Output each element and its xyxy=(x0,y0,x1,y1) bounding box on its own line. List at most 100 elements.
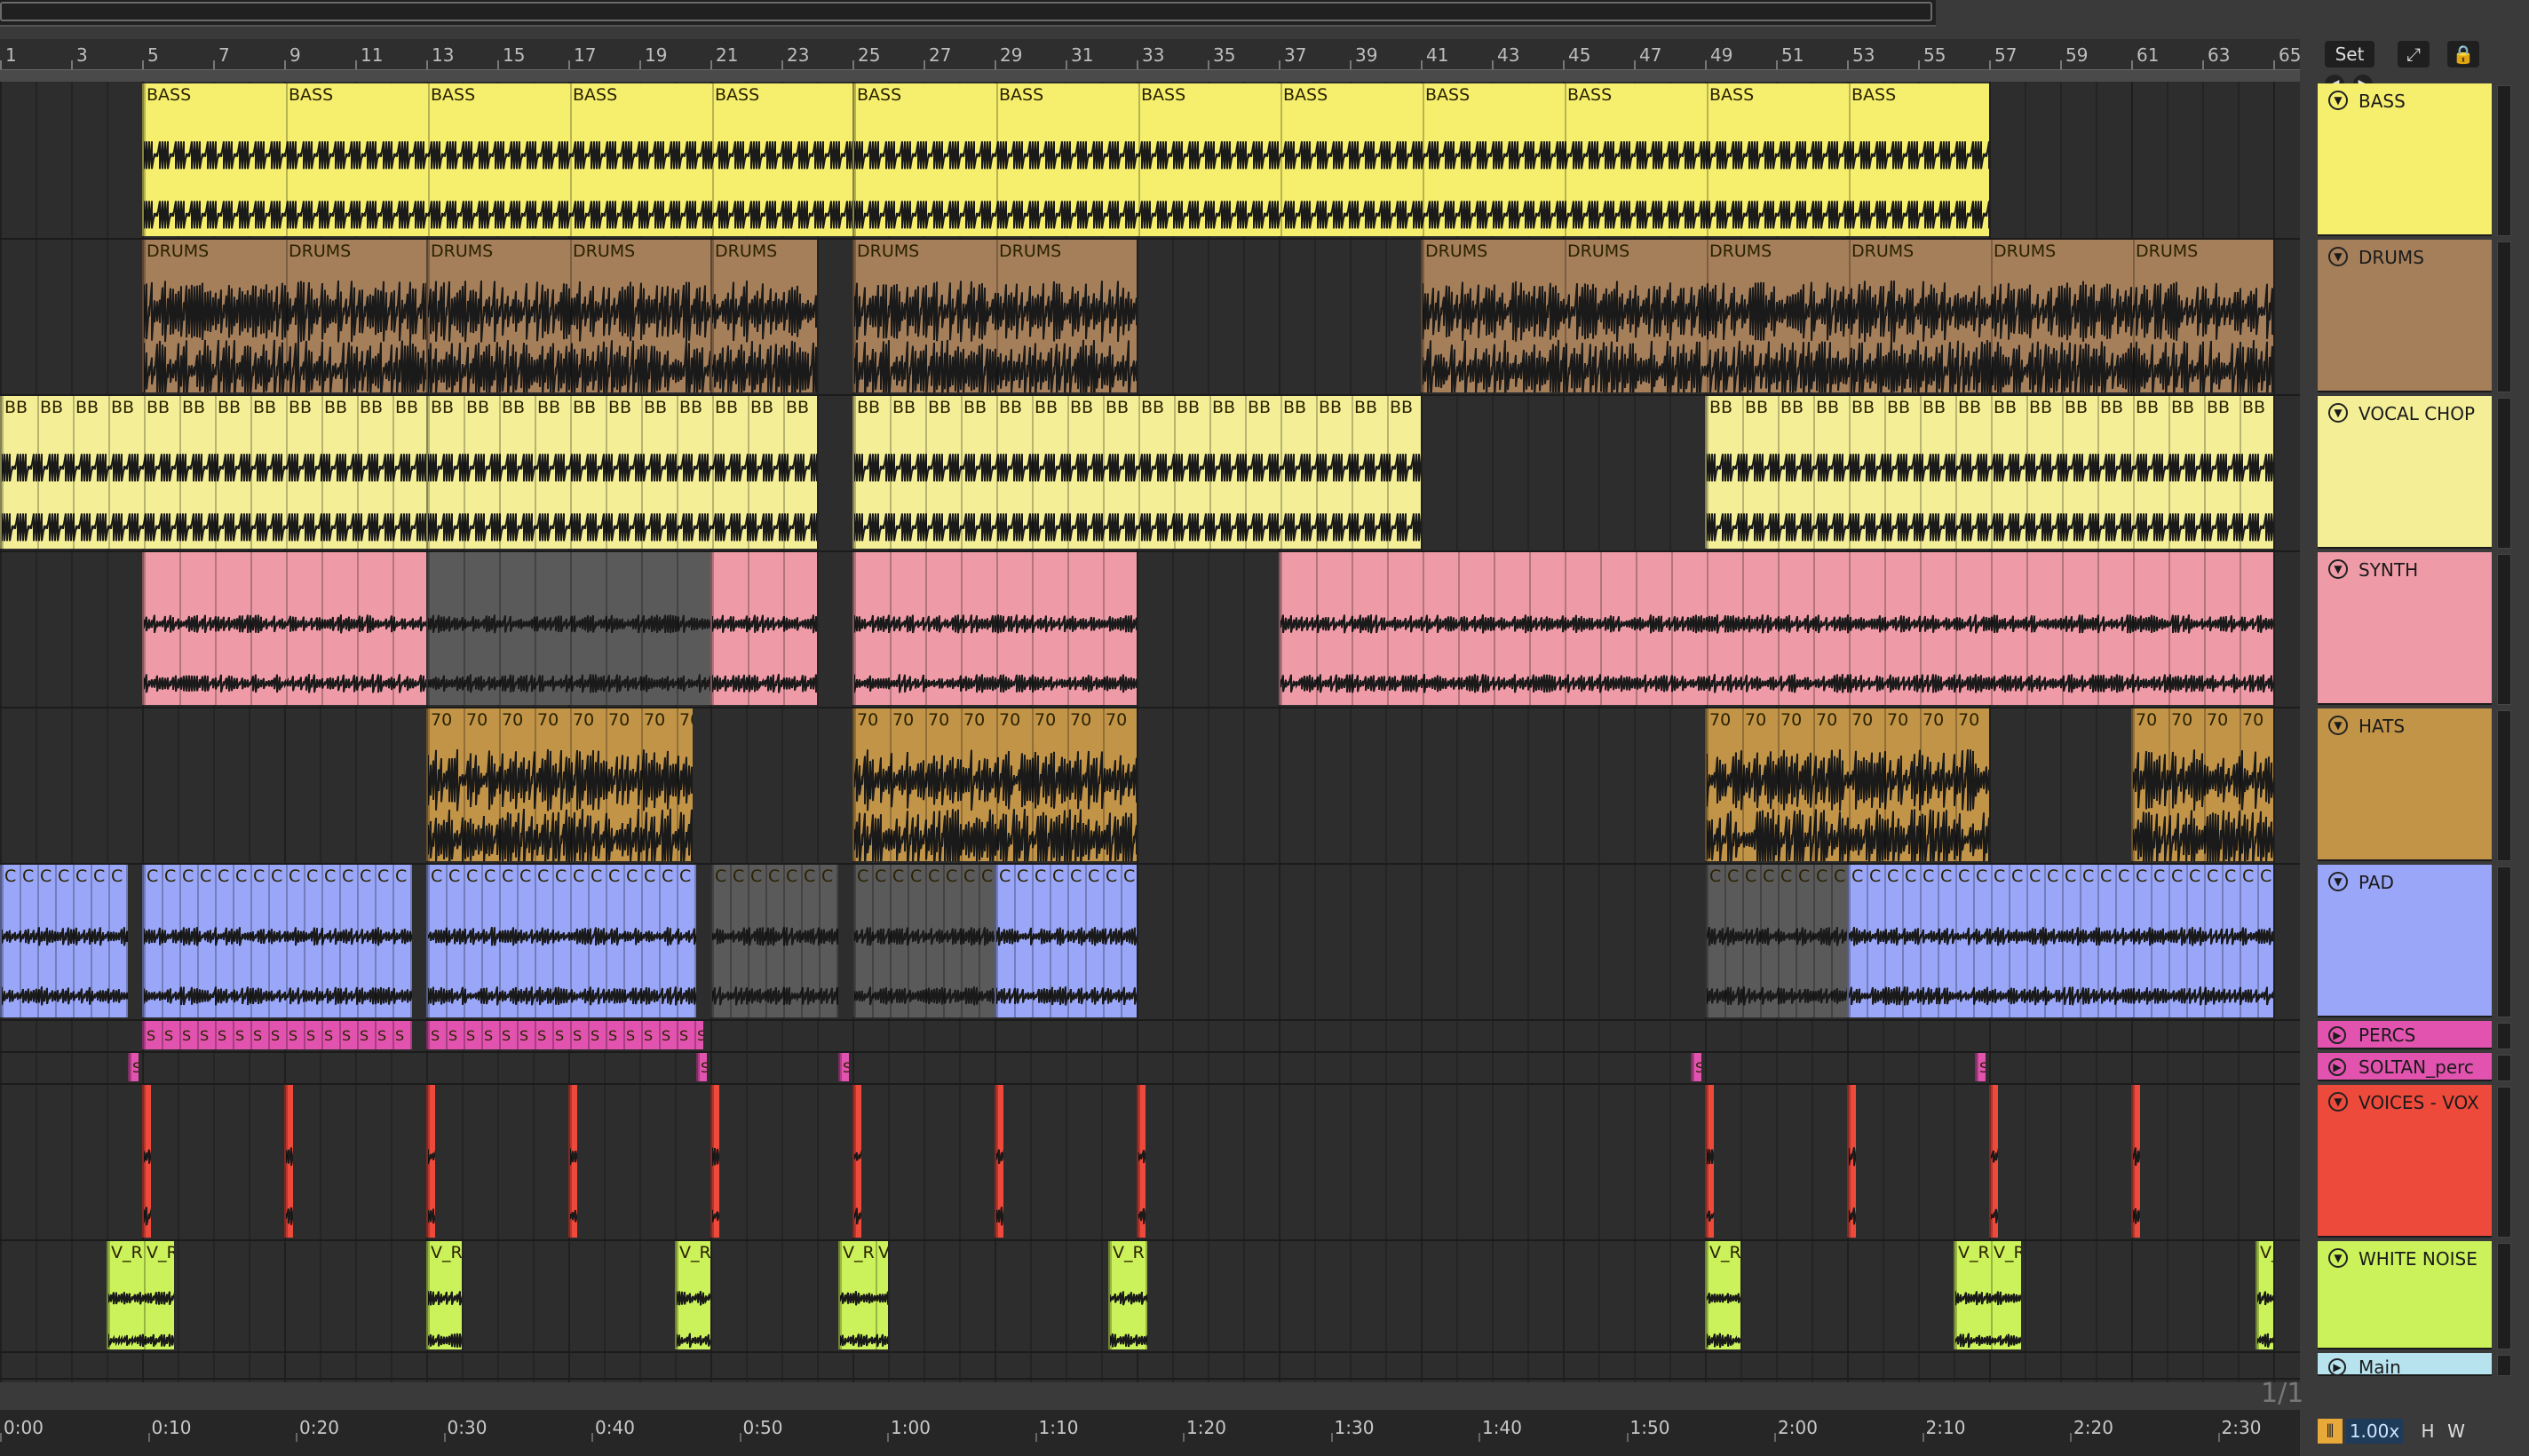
fold-icon[interactable]: ▼ xyxy=(2328,1248,2348,1268)
track-lane[interactable] xyxy=(0,1351,2300,1380)
track-lane[interactable] xyxy=(0,1083,2300,1241)
audio-clip[interactable] xyxy=(142,1085,151,1238)
audio-clip[interactable] xyxy=(710,1085,719,1238)
fold-icon[interactable]: ▶ xyxy=(2328,1358,2346,1376)
audio-clip[interactable]: CCCCCCCC xyxy=(710,865,838,1017)
audio-clip[interactable]: BB BB BB BB BB BB BB BB BB BB BB BB BB BB BB BB xyxy=(852,396,1421,549)
audio-clip[interactable]: 70 70 70 70 70 70 70 70 xyxy=(852,708,1137,861)
h-button[interactable]: H xyxy=(2415,1419,2440,1444)
fold-icon[interactable]: ▼ xyxy=(2328,872,2348,891)
audio-clip[interactable] xyxy=(1705,1085,1714,1238)
audio-clip[interactable]: CCCCCCCC xyxy=(852,865,995,1017)
track-header[interactable]: ▼ BASS xyxy=(2318,83,2492,236)
audio-clip[interactable]: CCCCCCCC xyxy=(0,865,128,1017)
track-lane[interactable]: BB BB BB BB BB BB BB BB BB BB BB BB BB BB BB BB BB BB BB BB… xyxy=(0,394,2300,552)
audio-clip[interactable]: CCCCCCCC xyxy=(995,865,1137,1017)
set-button[interactable]: Set xyxy=(2325,41,2374,67)
audio-clip[interactable]: S xyxy=(128,1053,139,1081)
audio-clip[interactable]: DRUMS DRUMS xyxy=(852,240,1137,392)
track-header[interactable]: ▶ SOLTAN_perc xyxy=(2318,1053,2492,1081)
audio-clip[interactable] xyxy=(568,1085,577,1238)
audio-clip[interactable] xyxy=(426,1085,435,1238)
audio-clip[interactable]: S xyxy=(696,1053,707,1081)
track-header[interactable]: ▼ VOICES - VOX xyxy=(2318,1085,2492,1238)
audio-clip[interactable] xyxy=(852,552,1137,705)
track-lane[interactable]: V_RV_RV_RV_RV_RV_RV_RV_RV_RV_RV_RV_R xyxy=(0,1239,2300,1353)
audio-clip[interactable]: BASS BASS BASS BASS BASS xyxy=(142,83,852,236)
audio-clip[interactable]: V_R xyxy=(426,1241,462,1349)
audio-clip[interactable] xyxy=(995,1085,1003,1238)
audio-clip[interactable] xyxy=(2131,1085,2140,1238)
track-lane[interactable]: SSSSS xyxy=(0,1051,2300,1085)
zoom-value[interactable]: 1.00x xyxy=(2346,1419,2403,1444)
audio-clip[interactable]: S xyxy=(1975,1053,1986,1081)
track-header[interactable]: ▼ PAD xyxy=(2318,865,2492,1017)
fold-icon[interactable]: ▼ xyxy=(2328,247,2348,266)
audio-clip[interactable]: BB BB BB BB BB BB BB BB BB BB BB BB xyxy=(0,396,426,549)
fold-icon[interactable]: ▼ xyxy=(2328,559,2348,579)
time-ruler[interactable]: 0:00 0:10 0:20 0:30 0:40 0:50 1:00 1:10 1:20 1:30… xyxy=(0,1410,2300,1456)
track-header[interactable]: ▼ VOCAL CHOP xyxy=(2318,396,2492,549)
audio-clip[interactable] xyxy=(1989,1085,1998,1238)
audio-clip[interactable] xyxy=(1137,1085,1146,1238)
arrangement-overview[interactable] xyxy=(0,0,1936,27)
track-header[interactable]: ▼ HATS xyxy=(2318,708,2492,861)
audio-clip[interactable]: CCCCCCCCCCCCCCCCCCCCCCCC xyxy=(1847,865,2273,1017)
track-lane[interactable] xyxy=(0,550,2300,708)
track-header[interactable]: ▼ DRUMS xyxy=(2318,240,2492,392)
fold-icon[interactable]: ▶ xyxy=(2328,1026,2346,1044)
track-lane[interactable]: BASS BASS BASS BASS BASS BASS BASS BASS BASS BASS… xyxy=(0,82,2300,240)
w-button[interactable]: W xyxy=(2444,1419,2469,1444)
fold-icon[interactable]: ▼ xyxy=(2328,716,2348,735)
audio-clip[interactable] xyxy=(284,1085,293,1238)
audio-clip[interactable]: 70 70 70 70 70 70 70 70 xyxy=(426,708,693,861)
audio-clip[interactable] xyxy=(710,552,817,705)
fold-icon[interactable]: ▼ xyxy=(2328,1092,2348,1112)
audio-clip[interactable]: 70 70 70 70 xyxy=(2131,708,2273,861)
audio-clip[interactable]: SSSSSSSSSSSSSSSS xyxy=(426,1021,703,1049)
track-lane[interactable]: SSSSSSSSSSSSSSSS SSSSSSSSSSSSSSSS xyxy=(0,1019,2300,1053)
track-header[interactable]: ▼ WHITE NOISE xyxy=(2318,1241,2492,1349)
audio-clip[interactable]: BB BB BB BB BB BB BB BB BB BB BB xyxy=(426,396,817,549)
audio-clip[interactable]: CCCCCCCC xyxy=(1705,865,1847,1017)
audio-clip[interactable]: BASS BASS BASS BASS BASS BASS BASS BASS xyxy=(852,83,1989,236)
expand-icon[interactable]: ⤢ xyxy=(2398,41,2430,67)
audio-clip[interactable]: V_RV_R xyxy=(107,1241,174,1349)
audio-clip[interactable]: CCCCCCCCCCCCCCCC xyxy=(426,865,696,1017)
fold-icon[interactable]: ▶ xyxy=(2328,1058,2346,1076)
audio-clip[interactable]: V_RV_R xyxy=(1108,1241,1147,1349)
track-header[interactable]: ▼ SYNTH xyxy=(2318,552,2492,705)
track-header[interactable]: ▶ Main xyxy=(2318,1353,2492,1378)
audio-clip[interactable] xyxy=(1847,1085,1856,1238)
arrangement-lanes[interactable]: BASS BASS BASS BASS BASS BASS BASS BASS BASS BASS… xyxy=(0,82,2300,1382)
audio-clip[interactable]: CCCCCCCCCCCCCCCC xyxy=(142,865,412,1017)
fold-icon[interactable]: ▼ xyxy=(2328,403,2348,423)
audio-clip[interactable]: DRUMS DRUMS xyxy=(426,240,710,392)
beat-time-ruler[interactable]: 1 3 5 7 9 11 13 15 17 19 21 23 25 27 29 31 33 35 37 39 41 43 4… xyxy=(0,39,2301,69)
audio-clip[interactable]: V_RV_R xyxy=(838,1241,888,1349)
track-header[interactable]: ▶ PERCS xyxy=(2318,1021,2492,1049)
audio-clip[interactable]: S xyxy=(838,1053,849,1081)
audio-clip[interactable]: DRUMS DRUMS DRUMS DRUMS DRUMS DRUMS xyxy=(1421,240,2273,392)
track-lane[interactable]: CCCCCCCCCCCCCCCCCCCCCCCCCCCCCCCCCCCCCCCC… xyxy=(0,863,2300,1021)
loop-brace-strip[interactable] xyxy=(0,69,2300,83)
lock-icon[interactable]: 🔒 xyxy=(2447,41,2479,67)
audio-clip[interactable] xyxy=(1279,552,2273,705)
audio-clip[interactable]: S xyxy=(1691,1053,1701,1081)
audio-clip[interactable]: 70 70 70 70 70 70 70 70 xyxy=(1705,708,1989,861)
audio-clip[interactable]: V_R xyxy=(675,1241,710,1349)
audio-clip[interactable] xyxy=(142,552,426,705)
track-lane[interactable]: 7070707070707070707070707070707070707070… xyxy=(0,707,2300,865)
fold-icon[interactable]: ▼ xyxy=(2328,91,2348,110)
audio-clip[interactable] xyxy=(852,1085,861,1238)
audio-clip[interactable]: BB BB BB BB BB BB BB BB BB BB BB BB BB BB BB BB xyxy=(1705,396,2273,549)
tempo-follow-icon[interactable]: ⦀ xyxy=(2318,1419,2343,1444)
audio-clip[interactable]: DRUMS DRUMS xyxy=(142,240,426,392)
audio-clip[interactable]: V_R xyxy=(2255,1241,2273,1349)
audio-clip[interactable]: V_RV_R xyxy=(1954,1241,2021,1349)
audio-clip[interactable]: SSSSSSSSSSSSSSSS xyxy=(142,1021,412,1049)
audio-clip[interactable] xyxy=(426,552,710,705)
audio-clip[interactable]: DRUMS xyxy=(710,240,817,392)
overview-visible-region[interactable] xyxy=(0,2,1932,21)
audio-clip[interactable]: V_R xyxy=(1705,1241,1740,1349)
